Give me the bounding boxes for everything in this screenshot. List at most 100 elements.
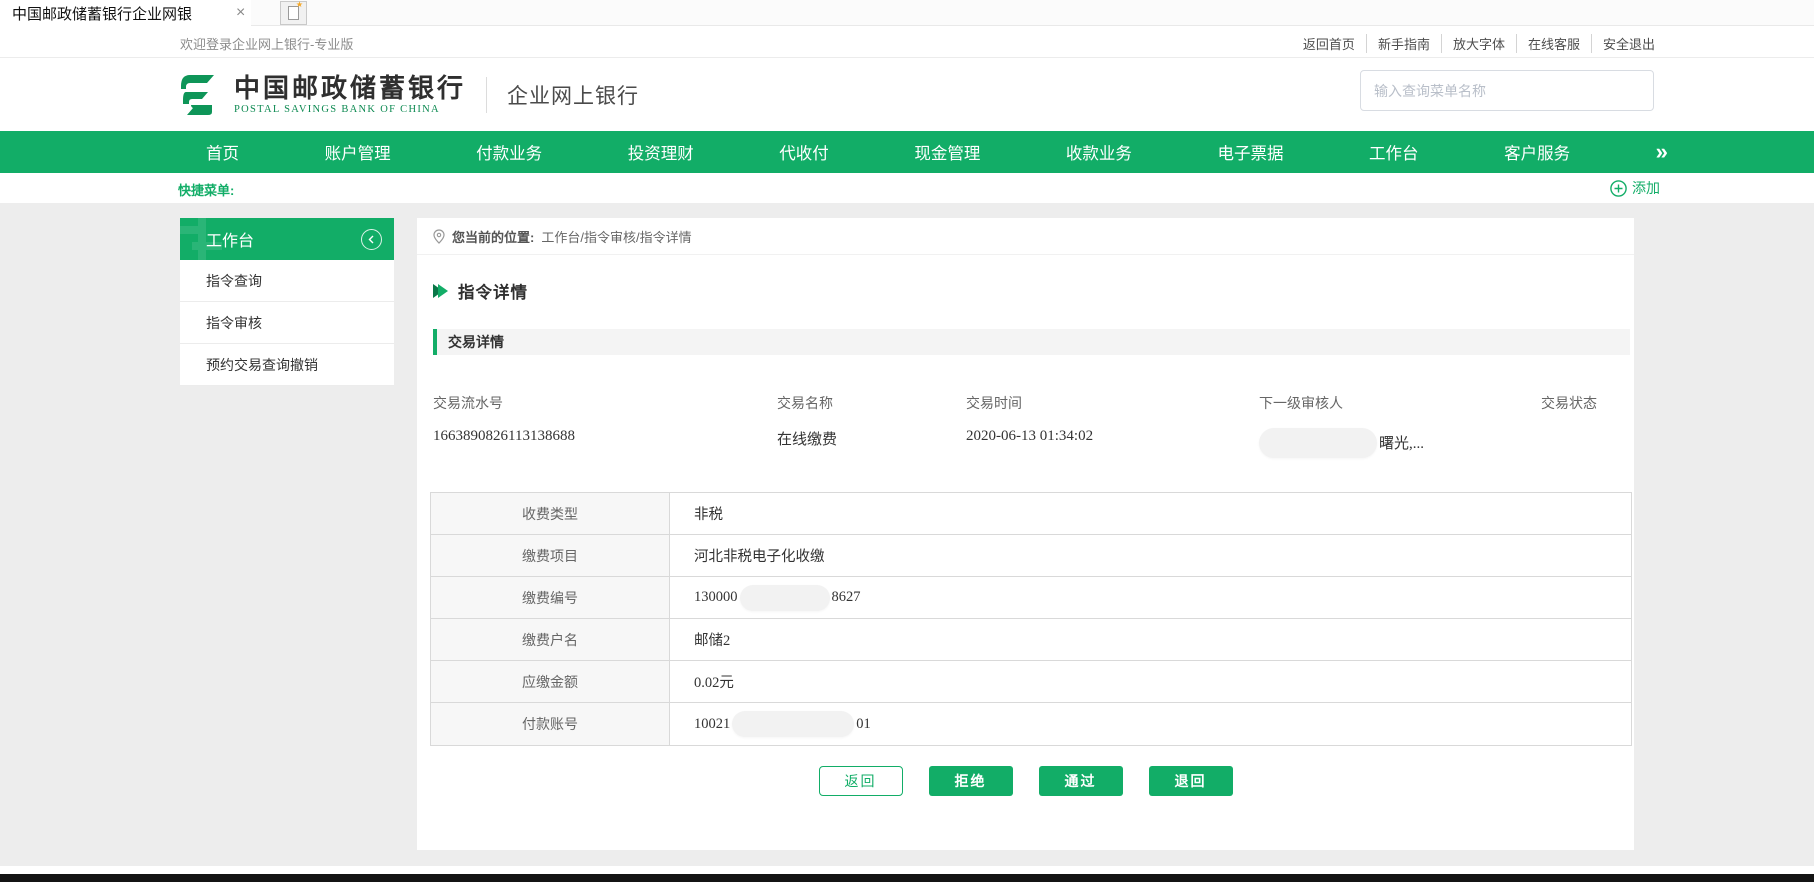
row-value: 130000 8627 — [670, 577, 1631, 618]
top-links: 返回首页 新手指南 放大字体 在线客服 安全退出 — [1292, 34, 1655, 53]
welcome-text: 欢迎登录企业网上银行-专业版 — [180, 34, 353, 53]
row-label: 缴费编号 — [431, 577, 670, 618]
nav-item-workbench[interactable]: 工作台 — [1369, 140, 1419, 164]
bank-name-en: POSTAL SAVINGS BANK OF CHINA — [234, 104, 466, 115]
value-suffix: 8627 — [832, 589, 861, 606]
nav-item-collection-payment[interactable]: 代收付 — [779, 140, 829, 164]
table-row: 缴费编号 130000 8627 — [431, 577, 1631, 619]
summary-label: 交易流水号 — [433, 393, 777, 413]
sidebar-title: 工作台 — [206, 227, 254, 251]
new-tab-button[interactable] — [280, 1, 307, 25]
value-prefix: 10021 — [694, 716, 730, 733]
psbc-logo-icon — [178, 72, 224, 118]
reject-button[interactable]: 拒绝 — [929, 766, 1013, 796]
section-title-row: 指令详情 — [433, 279, 1634, 303]
nav-item-account-mgmt[interactable]: 账户管理 — [325, 140, 391, 164]
value-suffix: 01 — [856, 716, 871, 733]
breadcrumb: 您当前的位置: 工作台/指令审核/指令详情 — [417, 218, 1634, 255]
quick-menu-bar: 快捷菜单: 添加 — [0, 173, 1814, 203]
row-label: 付款账号 — [431, 703, 670, 745]
add-label: 添加 — [1632, 178, 1660, 198]
summary-value: 在线缴费 — [777, 428, 966, 449]
summary-txn-time: 交易时间 2020-06-13 01:34:02 — [966, 393, 1259, 458]
breadcrumb-prefix: 您当前的位置: — [452, 227, 534, 246]
sidebar-item-instruction-review[interactable]: 指令审核 — [180, 302, 394, 344]
bank-name-block: 中国邮政储蓄银行 POSTAL SAVINGS BANK OF CHINA — [234, 75, 466, 115]
action-buttons: 返回 拒绝 通过 退回 — [417, 766, 1634, 796]
quick-menu-label: 快捷菜单: — [178, 180, 234, 199]
subsection-title-bar: 交易详情 — [433, 329, 1630, 355]
table-row: 缴费项目 河北非税电子化收缴 — [431, 535, 1631, 577]
nav-item-cash-mgmt[interactable]: 现金管理 — [914, 140, 980, 164]
play-triangle-icon — [438, 284, 448, 298]
summary-value: 2020-06-13 01:34:02 — [966, 428, 1259, 448]
menu-search-input[interactable] — [1360, 70, 1654, 111]
summary-label: 下一级审核人 — [1259, 393, 1541, 413]
detail-table: 收费类型 非税 缴费项目 河北非税电子化收缴 缴费编号 130000 8627 缴… — [430, 492, 1632, 746]
sidebar-collapse-icon[interactable] — [361, 229, 382, 250]
transaction-summary: 交易流水号 1663890826113138688 交易名称 在线缴费 交易时间… — [433, 393, 1634, 458]
row-label: 缴费户名 — [431, 619, 670, 660]
nav-item-customer-service[interactable]: 客户服务 — [1504, 140, 1570, 164]
summary-value: 1663890826113138688 — [433, 428, 777, 448]
browser-tab-strip: 中国邮政储蓄银行企业网银 × — [0, 0, 1814, 26]
redaction-blob — [1259, 428, 1377, 458]
tab-close-icon[interactable]: × — [230, 5, 251, 21]
row-value: 10021 01 — [670, 703, 1631, 745]
row-label: 收费类型 — [431, 493, 670, 534]
sidebar-item-instruction-query[interactable]: 指令查询 — [180, 260, 394, 302]
welcome-bar: 欢迎登录企业网上银行-专业版 返回首页 新手指南 放大字体 在线客服 安全退出 — [0, 26, 1814, 58]
row-value: 非税 — [670, 493, 1631, 534]
footer-white-strip — [0, 866, 1814, 874]
summary-value: 曙光,... — [1259, 428, 1541, 458]
row-value: 0.02元 — [670, 661, 1631, 702]
value-prefix: 130000 — [694, 589, 738, 606]
sidebar: 工作台 指令查询 指令审核 预约交易查询撤销 — [180, 218, 394, 386]
summary-next-reviewer: 下一级审核人 曙光,... — [1259, 393, 1541, 458]
link-enlarge-font[interactable]: 放大字体 — [1441, 34, 1516, 53]
summary-value — [1541, 428, 1634, 448]
summary-txn-status: 交易状态 — [1541, 393, 1634, 458]
location-pin-icon — [433, 229, 445, 244]
nav-item-home[interactable]: 首页 — [206, 140, 239, 164]
link-beginner-guide[interactable]: 新手指南 — [1366, 34, 1441, 53]
row-label: 缴费项目 — [431, 535, 670, 576]
subsection-title: 交易详情 — [448, 332, 504, 352]
add-quick-menu-button[interactable]: 添加 — [1610, 178, 1660, 198]
approve-button[interactable]: 通过 — [1039, 766, 1123, 796]
summary-label: 交易名称 — [777, 393, 966, 413]
nav-item-e-bills[interactable]: 电子票据 — [1217, 140, 1283, 164]
summary-label: 交易时间 — [966, 393, 1259, 413]
table-row: 付款账号 10021 01 — [431, 703, 1631, 745]
site-header: 中国邮政储蓄银行 POSTAL SAVINGS BANK OF CHINA 企业… — [0, 58, 1814, 135]
link-home[interactable]: 返回首页 — [1292, 34, 1366, 53]
plus-circle-icon — [1610, 180, 1627, 197]
summary-serial-no: 交易流水号 1663890826113138688 — [433, 393, 777, 458]
bank-name-cn: 中国邮政储蓄银行 — [234, 75, 466, 102]
tab-title: 中国邮政储蓄银行企业网银 — [12, 3, 192, 24]
table-row: 缴费户名 邮储2 — [431, 619, 1631, 661]
link-online-service[interactable]: 在线客服 — [1516, 34, 1591, 53]
sidebar-item-scheduled-txn-query-cancel[interactable]: 预约交易查询撤销 — [180, 344, 394, 386]
table-row: 应缴金额 0.02元 — [431, 661, 1631, 703]
nav-item-investment[interactable]: 投资理财 — [628, 140, 694, 164]
back-button[interactable]: 返回 — [819, 766, 903, 796]
workspace: 工作台 指令查询 指令审核 预约交易查询撤销 您当前的位置: 工作台/指令审核/… — [0, 203, 1814, 866]
summary-txn-name: 交易名称 在线缴费 — [777, 393, 966, 458]
nav-item-receivables[interactable]: 收款业务 — [1066, 140, 1132, 164]
redaction-blob — [740, 585, 830, 611]
return-button[interactable]: 退回 — [1149, 766, 1233, 796]
row-value: 邮储2 — [670, 619, 1631, 660]
main-nav: 首页 账户管理 付款业务 投资理财 代收付 现金管理 收款业务 电子票据 工作台… — [0, 131, 1814, 173]
sidebar-header: 工作台 — [180, 218, 394, 260]
breadcrumb-path: 工作台/指令审核/指令详情 — [541, 227, 691, 246]
row-value: 河北非税电子化收缴 — [670, 535, 1631, 576]
link-safe-logout[interactable]: 安全退出 — [1591, 34, 1655, 53]
section-title: 指令详情 — [458, 279, 528, 303]
row-label: 应缴金额 — [431, 661, 670, 702]
browser-tab[interactable]: 中国邮政储蓄银行企业网银 × — [0, 0, 251, 26]
redaction-blob — [732, 711, 854, 737]
nav-more-icon[interactable]: » — [1656, 141, 1668, 163]
nav-item-payment[interactable]: 付款业务 — [476, 140, 542, 164]
table-row: 收费类型 非税 — [431, 493, 1631, 535]
